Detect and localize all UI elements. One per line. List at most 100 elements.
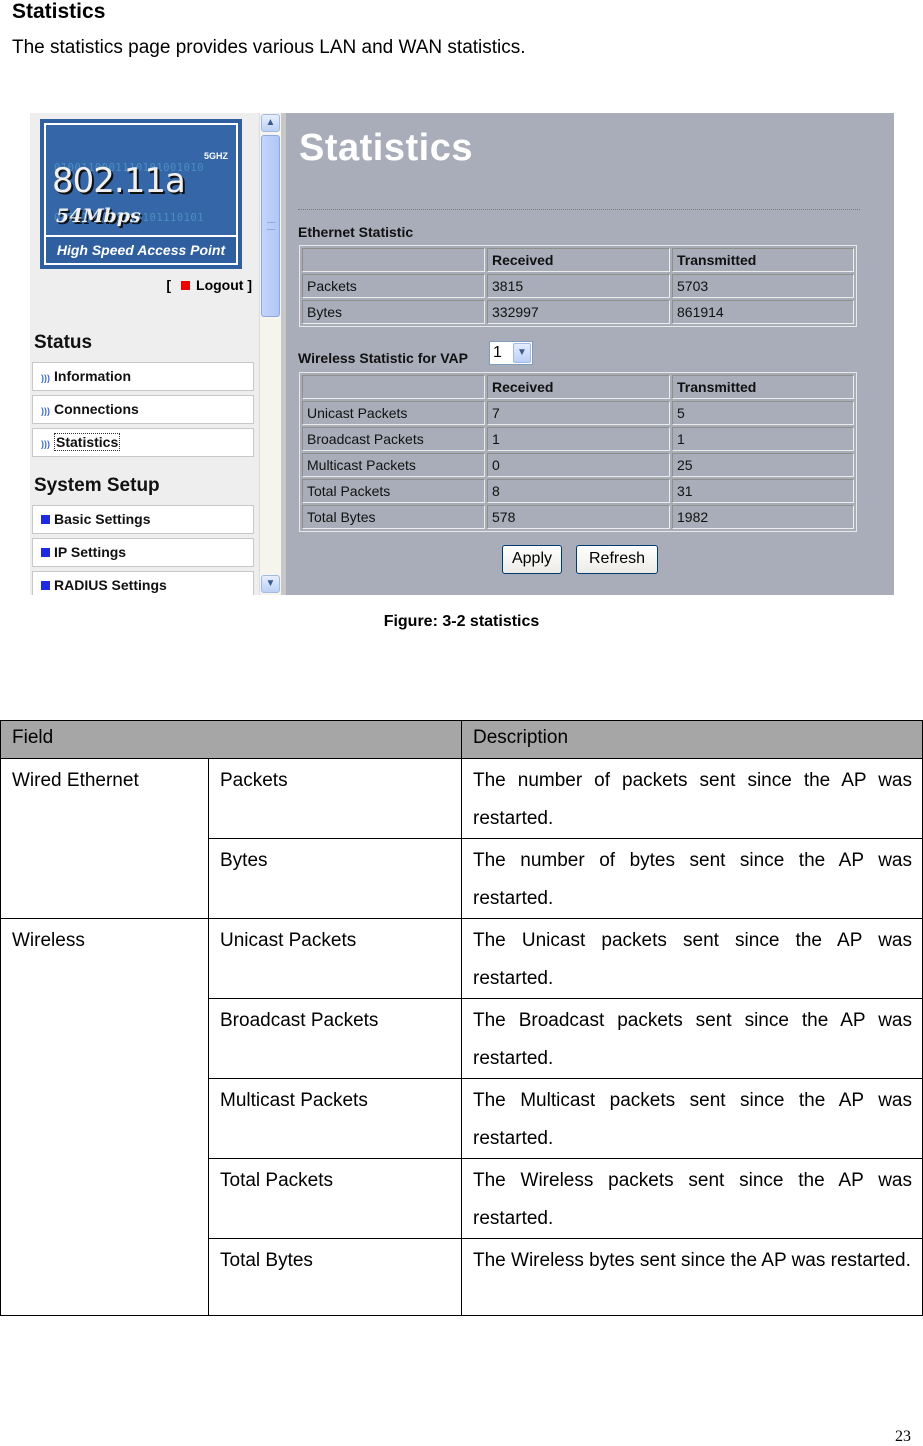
nav-label: RADIUS Settings [54, 577, 167, 593]
received-value: 3815 [487, 274, 670, 298]
field-description: The Broadcast packets sent since the AP … [461, 998, 923, 1079]
transmitted-value: 861914 [672, 300, 854, 324]
chevron-down-icon[interactable]: ▼ [513, 343, 531, 363]
field-description: The Multicast packets sent since the AP … [461, 1078, 923, 1159]
dotted-divider [298, 209, 860, 210]
table-row: Bytes 332997 861914 [302, 300, 854, 324]
logout-label: Logout [196, 277, 244, 293]
nav-label: IP Settings [54, 544, 127, 560]
nav-item-radius-settings[interactable]: RADIUS Settings [32, 571, 254, 595]
logo-model: 802.11a [52, 161, 186, 201]
bracket-open: [ [166, 277, 172, 293]
transmitted-value: 5703 [672, 274, 854, 298]
sidebar-scrollbar[interactable]: ▲ ▼ [259, 113, 281, 595]
scroll-up-icon[interactable]: ▲ [261, 114, 280, 132]
statistics-screenshot: 0100110001110101001010 00101010001001011… [30, 113, 894, 595]
description-header: Description [461, 720, 923, 759]
figure-caption: Figure: 3-2 statistics [383, 613, 540, 630]
nav-item-connections[interactable]: ))) Connections [32, 395, 254, 424]
logout-marker-icon [181, 281, 191, 290]
bracket-close: ] [247, 277, 252, 293]
group-name: Wired Ethernet [0, 758, 209, 919]
ethernet-statistic-title: Ethernet Statistic [298, 224, 414, 240]
header-cell [302, 248, 485, 272]
nav-item-statistics[interactable]: ))) Statistics [32, 428, 254, 457]
nav-item-information[interactable]: ))) Information [32, 362, 254, 391]
header-cell: Received [487, 375, 670, 399]
nav-item-basic-settings[interactable]: Basic Settings [32, 505, 254, 534]
field-description-table: Field Description Wired Ethernet Packets… [0, 720, 923, 1316]
row-label: Total Bytes [302, 505, 485, 529]
logout-link[interactable]: [ Logout ] [166, 277, 252, 293]
bullet-square-icon [41, 581, 50, 590]
bullet-square-icon [41, 548, 50, 557]
transmitted-value: 25 [672, 453, 854, 477]
field-description: The number of packets sent since the AP … [461, 758, 923, 839]
field-name: Unicast Packets [208, 918, 462, 999]
table-header-row: Received Transmitted [302, 248, 854, 272]
ethernet-stats-table: Received Transmitted Packets 3815 5703 B… [299, 245, 857, 327]
field-description: The Wireless bytes sent since the AP was… [461, 1238, 923, 1316]
wireless-stats-table: Received Transmitted Unicast Packets 7 5… [299, 372, 857, 532]
row-label: Unicast Packets [302, 401, 485, 425]
table-row: Wired Ethernet Packets The number of pac… [0, 758, 923, 919]
nav-label: Basic Settings [54, 511, 151, 527]
bullet-square-icon [41, 515, 50, 524]
nav-item-ip-settings[interactable]: IP Settings [32, 538, 254, 567]
table-row: Total Packets 8 31 [302, 479, 854, 503]
row-label: Bytes [302, 300, 485, 324]
logo-band: 5GHZ [203, 151, 228, 161]
field-name: Bytes [208, 838, 462, 919]
field-header: Field [0, 720, 462, 759]
apply-button[interactable]: Apply [502, 545, 562, 574]
refresh-button[interactable]: Refresh [576, 545, 658, 574]
field-description: The Wireless packets sent since the AP w… [461, 1158, 923, 1239]
row-label: Packets [302, 274, 485, 298]
table-row: Unicast Packets 7 5 [302, 401, 854, 425]
field-description: The number of bytes sent since the AP wa… [461, 838, 923, 919]
nav-label: Information [54, 368, 131, 384]
status-section-title: Status [34, 332, 93, 353]
wireless-statistic-title: Wireless Statistic for VAP [298, 350, 469, 366]
header-cell: Transmitted [672, 375, 854, 399]
table-header-row: Field Description [0, 720, 923, 759]
table-row: Wireless Unicast Packets The Unicast pac… [0, 918, 923, 1316]
received-value: 332997 [487, 300, 670, 324]
header-cell [302, 375, 485, 399]
header-cell: Transmitted [672, 248, 854, 272]
table-row: Broadcast Packets 1 1 [302, 427, 854, 451]
scroll-down-icon[interactable]: ▼ [261, 575, 280, 593]
scrollbar-thumb[interactable] [261, 135, 280, 317]
transmitted-value: 1982 [672, 505, 854, 529]
doc-heading: Statistics [12, 0, 106, 23]
table-row: Total Bytes 578 1982 [302, 505, 854, 529]
transmitted-value: 31 [672, 479, 854, 503]
field-name: Total Bytes [208, 1238, 462, 1316]
doc-intro: The statistics page provides various LAN… [12, 37, 526, 58]
vap-selected-value: 1 [493, 344, 502, 361]
wireless-icon: ))) [41, 439, 50, 449]
table-row: Packets 3815 5703 [302, 274, 854, 298]
page-number: 23 [895, 1428, 911, 1445]
row-label: Broadcast Packets [302, 427, 485, 451]
received-value: 7 [487, 401, 670, 425]
logo-speed: 54Mbps [56, 205, 141, 227]
table-header-row: Received Transmitted [302, 375, 854, 399]
vap-select[interactable]: 1 ▼ [489, 341, 533, 365]
panel-title: Statistics [299, 127, 473, 169]
field-description: The Unicast packets sent since the AP wa… [461, 918, 923, 999]
received-value: 1 [487, 427, 670, 451]
received-value: 8 [487, 479, 670, 503]
field-name: Multicast Packets [208, 1078, 462, 1159]
logo-tagline: High Speed Access Point [46, 235, 236, 263]
field-name: Packets [208, 758, 462, 839]
header-cell: Received [487, 248, 670, 272]
received-value: 578 [487, 505, 670, 529]
wireless-icon: ))) [41, 406, 50, 416]
wireless-icon: ))) [41, 373, 50, 383]
nav-label: Connections [54, 401, 139, 417]
row-label: Multicast Packets [302, 453, 485, 477]
statistics-panel: Statistics Ethernet Statistic Received T… [286, 113, 894, 595]
field-name: Total Packets [208, 1158, 462, 1239]
nav-label: Statistics [54, 433, 121, 451]
